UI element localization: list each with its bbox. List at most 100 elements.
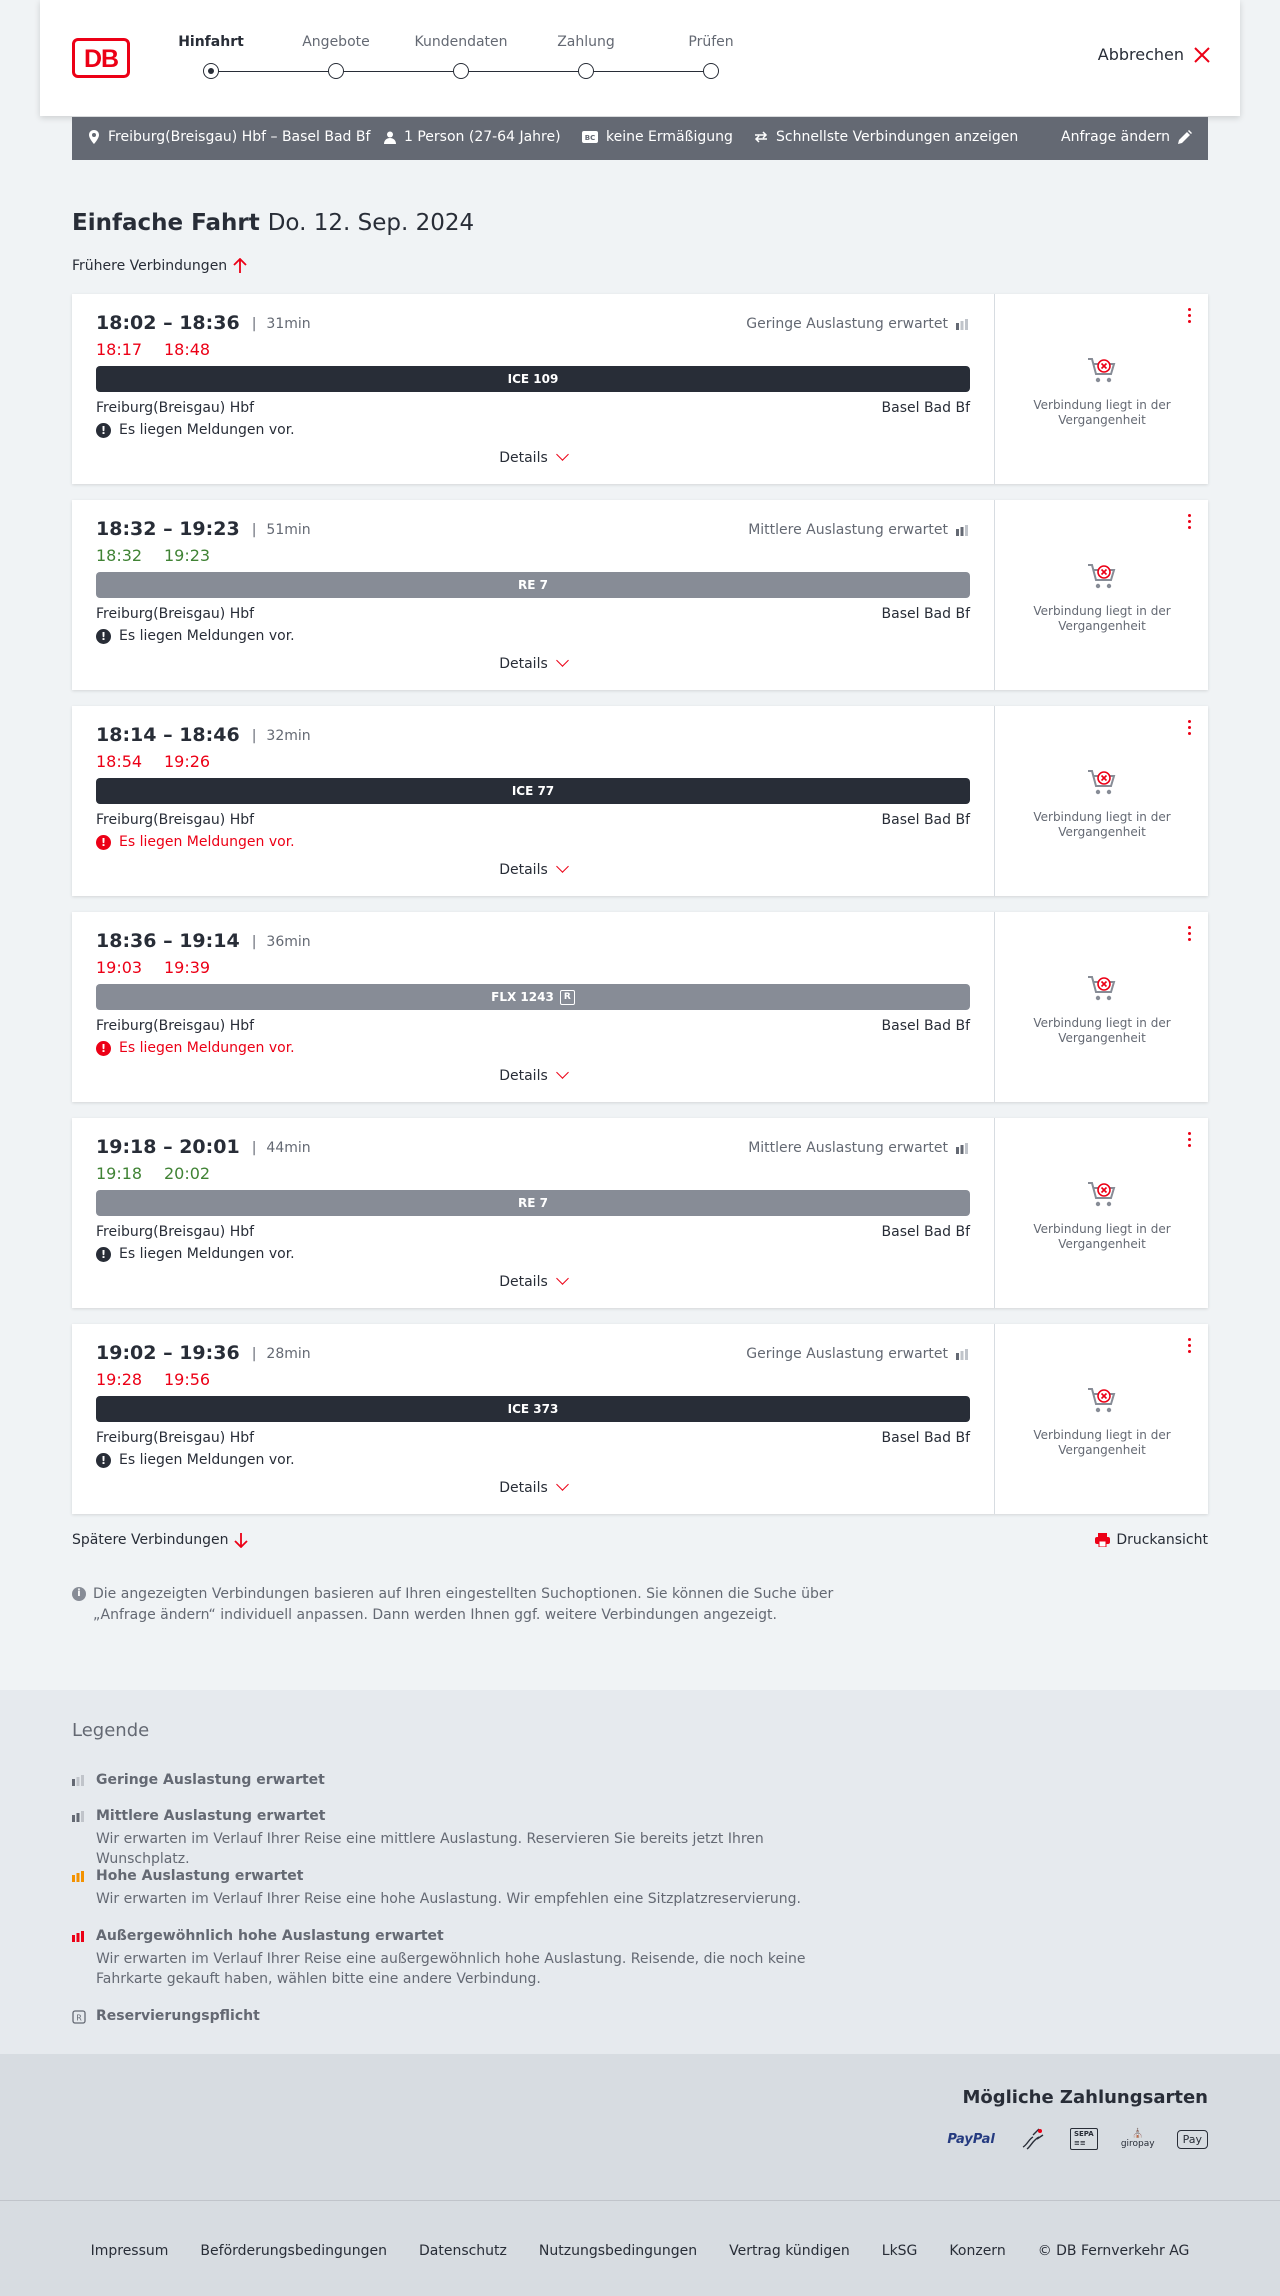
legend-item-text: Wir erwarten im Verlauf Ihrer Reise eine… — [96, 1831, 764, 1867]
arrival-station: Basel Bad Bf — [881, 400, 970, 416]
train-bar[interactable]: FLX 1243 R — [96, 984, 970, 1010]
db-logo[interactable]: DB — [72, 38, 130, 78]
connection-info: 18:36 – 19:14 36min 19:03 19:39 FLX 1243 R… — [72, 912, 994, 1102]
footer-link[interactable]: LkSG — [882, 2243, 918, 2259]
bahncard-icon: BC — [582, 131, 598, 143]
legend-item-text: Wir erwarten im Verlauf Ihrer Reise eine… — [96, 1951, 806, 1987]
reservation-legend-icon: R — [72, 2010, 86, 2024]
connection-card[interactable]: 18:32 – 19:23 51min 18:32 19:23 Mittlere … — [72, 500, 1208, 690]
train-bar[interactable]: ICE 109 — [96, 366, 970, 392]
fastest-summary: Schnellste Verbindungen anzeigen — [754, 129, 1018, 145]
more-options-icon[interactable] — [1188, 1338, 1192, 1356]
later-connections-link[interactable]: Spätere Verbindungen — [72, 1532, 249, 1548]
footer-link[interactable]: Beförderungsbedingungen — [200, 2243, 387, 2259]
more-options-icon[interactable] — [1188, 926, 1192, 944]
more-options-icon[interactable] — [1188, 514, 1192, 532]
step-label-1[interactable]: Angebote — [276, 34, 396, 50]
departure-station: Freiburg(Breisgau) Hbf — [96, 400, 255, 416]
earlier-connections-link[interactable]: Frühere Verbindungen — [72, 258, 247, 274]
connection-card[interactable]: 19:02 – 19:36 28min 19:28 19:56 Geringe A… — [72, 1324, 1208, 1514]
more-options-icon[interactable] — [1188, 308, 1192, 326]
cart-unavailable-icon — [1088, 358, 1116, 383]
step-label-2[interactable]: Kundendaten — [401, 34, 521, 50]
duration: 31min — [252, 316, 310, 332]
footer-link[interactable]: Impressum — [91, 2243, 169, 2259]
messages-notice: ! Es liegen Meldungen vor. — [96, 422, 295, 438]
messages-text: Es liegen Meldungen vor. — [119, 422, 295, 438]
messages-notice: ! Es liegen Meldungen vor. — [96, 1246, 295, 1262]
cart-unavailable-icon — [1088, 1182, 1116, 1207]
messages-text: Es liegen Meldungen vor. — [119, 834, 295, 850]
realtime-departure: 19:18 — [96, 1164, 143, 1183]
past-connection-text: Verbindung liegt in der Vergangenheit — [1033, 810, 1171, 839]
train-name: ICE 109 — [507, 372, 559, 386]
connection-card[interactable]: 18:14 – 18:46 32min 18:54 19:26 ICE 77 Fr… — [72, 706, 1208, 896]
past-connection-text: Verbindung liegt in der Vergangenheit — [1033, 1222, 1171, 1251]
step-label-3[interactable]: Zahlung — [526, 34, 646, 50]
connection-info: 18:02 – 18:36 31min 18:17 18:48 Geringe A… — [72, 294, 994, 484]
details-toggle[interactable]: Details — [72, 860, 994, 878]
footer-link[interactable]: Datenschutz — [419, 2243, 507, 2259]
legend-item: R Reservierungspflicht — [72, 2008, 260, 2024]
header: DB Abbrechen Hinfahrt Angebote Kundendat… — [40, 0, 1240, 116]
occupancy-level-2-icon — [72, 1811, 84, 1822]
duration: 28min — [252, 1346, 310, 1362]
more-options-icon[interactable] — [1188, 1132, 1192, 1150]
details-toggle[interactable]: Details — [72, 1272, 994, 1290]
legend-item-text: Wir erwarten im Verlauf Ihrer Reise eine… — [96, 1891, 801, 1907]
legend-item-title: Außergewöhnlich hohe Auslastung erwartet — [96, 1928, 444, 1944]
occupancy-indicator: Geringe Auslastung erwartet — [746, 1346, 970, 1362]
train-bar[interactable]: ICE 77 — [96, 778, 970, 804]
departure-station: Freiburg(Breisgau) Hbf — [96, 1224, 255, 1240]
details-toggle[interactable]: Details — [72, 1478, 994, 1496]
change-request-button[interactable]: Anfrage ändern — [1061, 129, 1192, 145]
train-name: FLX 1243 — [491, 990, 554, 1004]
realtime-arrival: 18:48 — [164, 340, 211, 359]
footer-link[interactable]: Konzern — [949, 2243, 1005, 2259]
print-view-link[interactable]: Druckansicht — [1095, 1532, 1208, 1548]
departure-station: Freiburg(Breisgau) Hbf — [96, 1430, 255, 1446]
info-icon: i — [72, 1587, 86, 1601]
messages-notice: ! Es liegen Meldungen vor. — [96, 1452, 295, 1468]
departure-station: Freiburg(Breisgau) Hbf — [96, 606, 255, 622]
details-toggle[interactable]: Details — [72, 654, 994, 672]
duration: 32min — [252, 728, 310, 744]
cart-unavailable-icon — [1088, 564, 1116, 589]
trip-date: Do. 12. Sep. 2024 — [267, 210, 475, 236]
connection-card[interactable]: 18:02 – 18:36 31min 18:17 18:48 Geringe A… — [72, 294, 1208, 484]
cancel-button[interactable]: Abbrechen — [1098, 45, 1210, 64]
details-label: Details — [499, 1480, 548, 1496]
footer-link[interactable]: Vertrag kündigen — [729, 2243, 850, 2259]
realtime-times: 18:17 18:48 — [96, 340, 232, 359]
details-toggle[interactable]: Details — [72, 1066, 994, 1084]
connection-card[interactable]: 18:36 – 19:14 36min 19:03 19:39 FLX 1243 R… — [72, 912, 1208, 1102]
chevron-down-icon — [555, 1478, 569, 1491]
discount-text: keine Ermäßigung — [606, 129, 733, 145]
pencil-icon — [1178, 130, 1192, 144]
realtime-departure: 19:28 — [96, 1370, 143, 1389]
realtime-times: 19:28 19:56 — [96, 1370, 232, 1389]
svg-text:BC: BC — [585, 134, 595, 142]
step-label-4[interactable]: Prüfen — [651, 34, 771, 50]
details-label: Details — [499, 1274, 548, 1290]
legend-section: Legende Geringe Auslastung erwartet Mitt… — [0, 1690, 1280, 2054]
chevron-down-icon — [555, 654, 569, 667]
fastest-text: Schnellste Verbindungen anzeigen — [776, 129, 1019, 145]
train-bar[interactable]: RE 7 — [96, 572, 970, 598]
route-text: Freiburg(Breisgau) Hbf – Basel Bad Bf — [108, 129, 371, 145]
booking-panel: Verbindung liegt in der Vergangenheit — [994, 500, 1208, 690]
connection-card[interactable]: 19:18 – 20:01 44min 19:18 20:02 Mittlere … — [72, 1118, 1208, 1308]
legend-item: Hohe Auslastung erwartet Wir erwarten im… — [72, 1868, 832, 1909]
details-label: Details — [499, 1068, 548, 1084]
messages-text: Es liegen Meldungen vor. — [119, 1040, 295, 1056]
booking-panel: Verbindung liegt in der Vergangenheit — [994, 294, 1208, 484]
more-options-icon[interactable] — [1188, 720, 1192, 738]
occupancy-level-4-icon — [72, 1931, 84, 1942]
occupancy-text: Mittlere Auslastung erwartet — [748, 522, 948, 538]
train-bar[interactable]: ICE 373 — [96, 1396, 970, 1422]
realtime-times: 19:03 19:39 — [96, 958, 232, 977]
details-toggle[interactable]: Details — [72, 448, 994, 466]
train-bar[interactable]: RE 7 — [96, 1190, 970, 1216]
footer-link[interactable]: © DB Fernverkehr AG — [1038, 2243, 1190, 2259]
footer-link[interactable]: Nutzungsbedingungen — [539, 2243, 697, 2259]
